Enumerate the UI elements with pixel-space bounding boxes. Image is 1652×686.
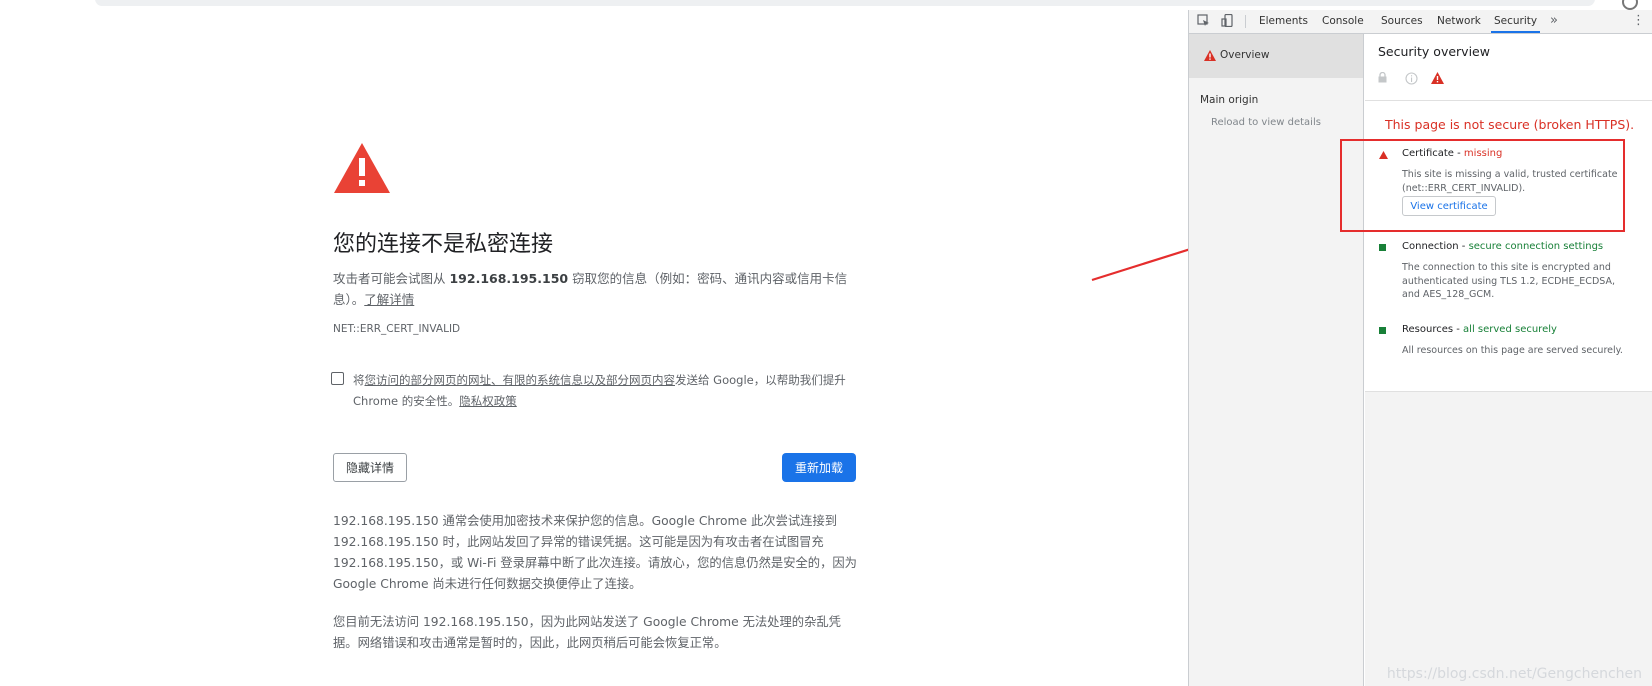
security-sidebar: Overview Main origin Reload to view deta… (1189, 34, 1364, 686)
address-bar[interactable] (95, 0, 1595, 6)
sidebar-item-label: Overview (1220, 49, 1270, 61)
devtools-toolbar: Elements Console Sources Network Securit… (1189, 10, 1652, 34)
security-summary: This page is not secure (broken HTTPS). (1385, 117, 1635, 132)
tab-sources[interactable]: Sources (1381, 10, 1423, 33)
inspect-element-icon[interactable] (1197, 14, 1210, 27)
tab-network[interactable]: Network (1437, 10, 1481, 33)
resources-heading: Resources - all served securely (1402, 324, 1557, 335)
privacy-policy-link[interactable]: 隐私权政策 (459, 394, 517, 408)
page-title: 您的连接不是私密连接 (333, 232, 554, 257)
devtools-menu-icon[interactable]: ⋮ (1632, 10, 1645, 33)
selected-state-notch (1425, 92, 1441, 100)
learn-more-link[interactable]: 了解详情 (364, 292, 414, 307)
host-address: 192.168.195.150 (449, 271, 569, 286)
sidebar-item-overview[interactable]: Overview (1189, 34, 1363, 78)
more-tabs-icon[interactable]: » (1550, 10, 1558, 33)
tab-elements[interactable]: Elements (1259, 10, 1308, 33)
resources-description: All resources on this page are served se… (1402, 345, 1623, 356)
connection-heading: Connection - secure connection settings (1402, 241, 1604, 252)
info-icon (1405, 72, 1418, 89)
details-paragraph-2: 您目前无法访问 192.168.195.150，因为此网站发送了 Google … (333, 615, 841, 650)
warning-triangle-icon (334, 143, 390, 193)
sidebar-reload-hint: Reload to view details (1211, 117, 1321, 128)
secure-square-icon (1379, 244, 1386, 251)
devtools-panel: Elements Console Sources Network Securit… (1188, 10, 1652, 686)
profile-icon[interactable] (1622, 0, 1638, 10)
report-content-link[interactable]: 您访问的部分网页的网址、有限的系统信息以及部分网页内容 (365, 373, 676, 387)
not-secure-triangle-icon (1431, 72, 1444, 88)
warning-message: 攻击者可能会试图从 192.168.195.150 窃取您的信息（例如：密码、通… (333, 271, 848, 307)
connection-status: secure connection settings (1468, 241, 1604, 252)
connection-description: The connection to this site is encrypted… (1402, 262, 1615, 300)
hide-details-button[interactable]: 隐藏详情 (333, 453, 407, 482)
browser-top-strip (0, 0, 1652, 10)
toolbar-separator (1245, 15, 1246, 28)
device-toolbar-icon[interactable] (1221, 13, 1234, 28)
warning-triangle-icon (1204, 50, 1216, 61)
tab-security[interactable]: Security (1491, 10, 1541, 33)
reload-button[interactable]: 重新加载 (782, 453, 856, 482)
watermark: https://blog.csdn.net/Gengchenchen (1386, 666, 1642, 682)
overview-title: Security overview (1378, 44, 1490, 59)
tab-console[interactable]: Console (1322, 10, 1364, 33)
resources-status: all served securely (1463, 324, 1557, 335)
lock-icon (1378, 71, 1387, 87)
error-code: NET::ERR_CERT_INVALID (333, 323, 461, 335)
annotation-highlight-box (1340, 139, 1625, 232)
secure-square-icon (1379, 327, 1386, 334)
details-paragraph-1: 192.168.195.150 通常会使用加密技术来保护您的信息。Google … (333, 514, 857, 591)
overview-header: Security overview (1365, 34, 1652, 100)
sidebar-main-origin-heading: Main origin (1200, 94, 1259, 106)
extended-reporting-text: 将您访问的部分网页的网址、有限的系统信息以及部分网页内容发送给 Google，以… (353, 373, 846, 408)
security-overview: Security overview This page is not secur… (1365, 34, 1652, 686)
extended-reporting-checkbox[interactable] (331, 372, 344, 385)
